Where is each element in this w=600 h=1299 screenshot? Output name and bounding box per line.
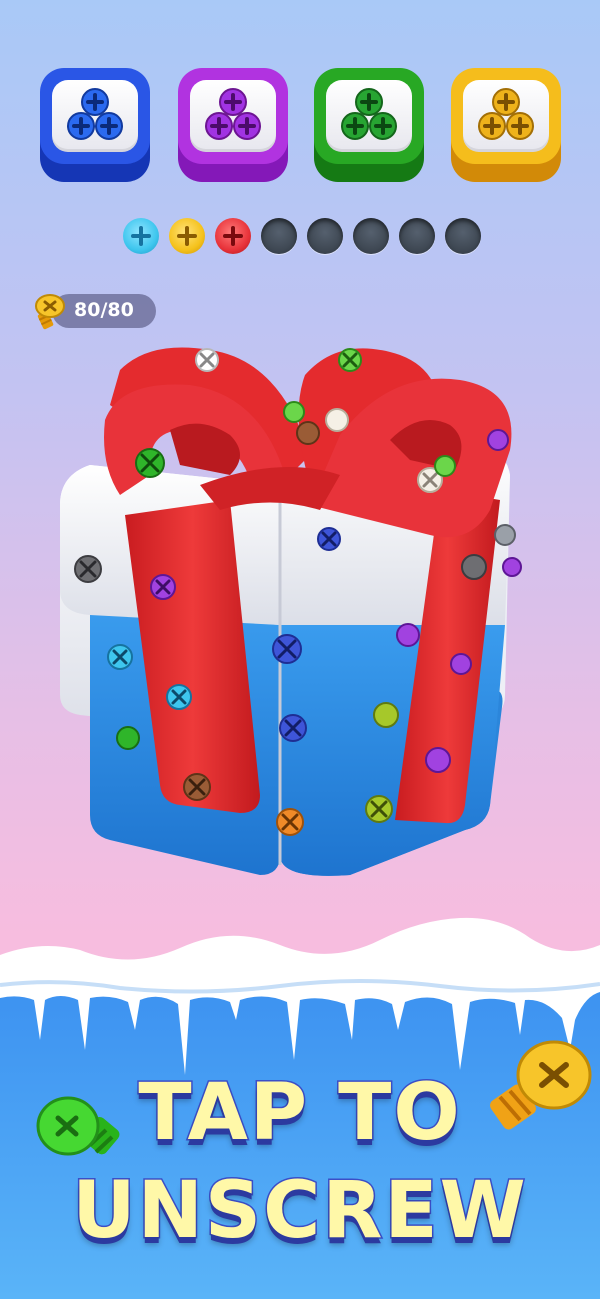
slot-empty <box>307 218 343 254</box>
slot-empty <box>445 218 481 254</box>
screw-cluster-icon <box>205 88 261 140</box>
slot-empty <box>261 218 297 254</box>
slot-filled-cyan <box>123 218 159 254</box>
screw-cluster-icon <box>67 88 123 140</box>
cta-line-2: UNSCREW <box>71 1165 528 1258</box>
gift-box-puzzle[interactable] <box>50 335 570 890</box>
slot-filled-yellow <box>169 218 205 254</box>
yellow-screw-box[interactable] <box>451 68 561 182</box>
green-screw-box[interactable] <box>314 68 424 182</box>
purple-screw-box[interactable] <box>178 68 288 182</box>
blue-screw-box[interactable] <box>40 68 150 182</box>
screw-cluster-icon <box>341 88 397 140</box>
slot-empty <box>399 218 435 254</box>
screw-box-row <box>0 68 600 188</box>
screw-count-text: 80/80 <box>74 299 134 321</box>
screw-counter: 80/80 <box>30 292 156 330</box>
gold-screw-icon <box>35 294 65 330</box>
slot-empty <box>353 218 389 254</box>
slot-filled-red <box>215 218 251 254</box>
holding-slots <box>0 218 600 258</box>
cta-line-1: TAP TO <box>137 1067 462 1160</box>
screw-cluster-icon <box>478 88 534 140</box>
